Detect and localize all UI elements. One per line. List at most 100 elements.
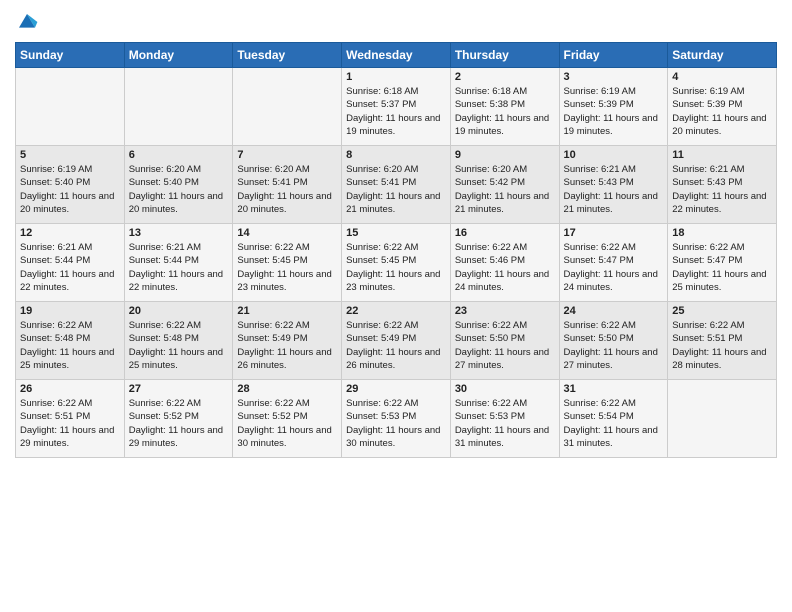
calendar-cell: 7Sunrise: 6:20 AMSunset: 5:41 PMDaylight… [233,146,342,224]
day-info: Sunrise: 6:22 AMSunset: 5:52 PMDaylight:… [237,397,337,450]
day-number: 14 [237,227,337,239]
day-number: 28 [237,383,337,395]
sunrise: Sunrise: 6:22 AM [20,320,92,331]
sunrise: Sunrise: 6:22 AM [129,398,201,409]
sunset: Sunset: 5:42 PM [455,177,525,188]
calendar-cell: 5Sunrise: 6:19 AMSunset: 5:40 PMDaylight… [16,146,125,224]
calendar-cell: 4 Sunrise: 6:19 AMSunset: 5:39 PMDaylight… [668,68,777,146]
daylight: Daylight: 11 hours and 20 minutes. [129,191,223,215]
day-info: Sunrise: 6:22 AMSunset: 5:53 PMDaylight:… [346,397,446,450]
daylight: Daylight: 11 hours and 21 minutes. [455,191,549,215]
day-number: 18 [672,227,772,239]
weekday-header-monday: Monday [124,43,233,68]
daylight: Daylight: 11 hours and 30 minutes. [346,425,440,449]
calendar-cell: 12Sunrise: 6:21 AMSunset: 5:44 PMDayligh… [16,224,125,302]
day-number: 12 [20,227,120,239]
day-info: Sunrise: 6:18 AMSunset: 5:37 PMDaylight:… [346,85,446,138]
sunrise: Sunrise: 6:18 AM [455,86,527,97]
calendar-week-1: 1 Sunrise: 6:18 AMSunset: 5:37 PMDaylight… [16,68,777,146]
calendar-cell: 25Sunrise: 6:22 AMSunset: 5:51 PMDayligh… [668,302,777,380]
sunrise: Sunrise: 6:19 AM [672,86,744,97]
calendar-cell: 17 Sunrise: 6:22 AM Sunset: 5:47 PM Dayligh… [559,224,668,302]
daylight: Daylight: 11 hours and 23 minutes. [237,269,331,293]
day-number: 16 [455,227,555,239]
day-info: Sunrise: 6:22 AMSunset: 5:51 PMDaylight:… [672,319,772,372]
sunset: Sunset: 5:43 PM [564,177,634,188]
sunrise: Sunrise: 6:22 AM [20,398,92,409]
calendar-week-5: 26Sunrise: 6:22 AMSunset: 5:51 PMDayligh… [16,380,777,458]
day-info: Sunrise: 6:22 AM Sunset: 5:45 PM Daylight:… [237,241,337,294]
sunset: Sunset: 5:46 PM [455,255,525,266]
weekday-header-row: SundayMondayTuesdayWednesdayThursdayFrid… [16,43,777,68]
day-info: Sunrise: 6:21 AMSunset: 5:43 PMDaylight:… [672,163,772,216]
calendar-week-2: 5Sunrise: 6:19 AMSunset: 5:40 PMDaylight… [16,146,777,224]
day-info: Sunrise: 6:22 AMSunset: 5:45 PMDaylight:… [346,241,446,294]
day-number: 23 [455,305,555,317]
sunset: Sunset: 5:44 PM [20,255,90,266]
sunrise: Sunrise: 6:22 AM [237,398,309,409]
weekday-header-sunday: Sunday [16,43,125,68]
daylight: Daylight: 11 hours and 26 minutes. [237,347,331,371]
calendar-cell: 11 Sunrise: 6:21 AMSunset: 5:43 PMDayligh… [668,146,777,224]
calendar-cell [16,68,125,146]
daylight: Daylight: 11 hours and 20 minutes. [672,113,766,137]
calendar-cell [668,380,777,458]
day-info: Sunrise: 6:21 AMSunset: 5:43 PMDaylight:… [564,163,664,216]
sunset: Sunset: 5:40 PM [129,177,199,188]
day-info: Sunrise: 6:19 AMSunset: 5:40 PMDaylight:… [20,163,120,216]
sunset: Sunset: 5:53 PM [455,411,525,422]
day-info: Sunrise: 6:20 AMSunset: 5:41 PMDaylight:… [237,163,337,216]
calendar-cell: 1 Sunrise: 6:18 AMSunset: 5:37 PMDaylight… [342,68,451,146]
sunrise: Sunrise: 6:21 AM [129,242,201,253]
sunset: Sunset: 5:41 PM [346,177,416,188]
day-number: 22 [346,305,446,317]
calendar-cell: 8Sunrise: 6:20 AMSunset: 5:41 PMDaylight… [342,146,451,224]
calendar-cell: 27Sunrise: 6:22 AMSunset: 5:52 PMDayligh… [124,380,233,458]
daylight: Daylight: 11 hours and 19 minutes. [564,113,658,137]
calendar-cell [124,68,233,146]
sunrise: Sunrise: 6:22 AM [672,320,744,331]
calendar-cell: 23Sunrise: 6:22 AMSunset: 5:50 PMDayligh… [450,302,559,380]
calendar-table: SundayMondayTuesdayWednesdayThursdayFrid… [15,42,777,458]
daylight: Daylight: 11 hours and 20 minutes. [237,191,331,215]
day-number: 1 [346,71,446,83]
daylight: Daylight: 11 hours and 24 minutes. [564,269,658,293]
sunrise: Sunrise: 6:21 AM [564,164,636,175]
day-number: 17 [564,227,664,239]
sunrise: Sunrise: 6:22 AM [346,320,418,331]
sunset: Sunset: 5:44 PM [129,255,199,266]
sunrise: Sunrise: 6:18 AM [346,86,418,97]
day-number: 11 [672,149,772,161]
daylight: Daylight: 11 hours and 25 minutes. [20,347,114,371]
sunset: Sunset: 5:47 PM [564,255,634,266]
day-info: Sunrise: 6:18 AMSunset: 5:38 PMDaylight:… [455,85,555,138]
sunset: Sunset: 5:49 PM [346,333,416,344]
sunrise: Sunrise: 6:20 AM [129,164,201,175]
sunset: Sunset: 5:45 PM [346,255,416,266]
weekday-header-friday: Friday [559,43,668,68]
day-number: 27 [129,383,229,395]
day-info: Sunrise: 6:19 AMSunset: 5:39 PMDaylight:… [672,85,772,138]
daylight: Daylight: 11 hours and 20 minutes. [20,191,114,215]
day-info: Sunrise: 6:20 AM Sunset: 5:40 PM Daylight:… [129,163,229,216]
sunset: Sunset: 5:50 PM [564,333,634,344]
sunset: Sunset: 5:48 PM [20,333,90,344]
sunrise: Sunrise: 6:20 AM [237,164,309,175]
day-info: Sunrise: 6:19 AMSunset: 5:39 PMDaylight:… [564,85,664,138]
sunrise: Sunrise: 6:22 AM [564,242,636,253]
daylight: Daylight: 11 hours and 22 minutes. [129,269,223,293]
sunrise: Sunrise: 6:22 AM [455,242,527,253]
sunset: Sunset: 5:45 PM [237,255,307,266]
day-number: 4 [672,71,772,83]
calendar-cell: 19Sunrise: 6:22 AMSunset: 5:48 PMDayligh… [16,302,125,380]
logo [15,10,43,34]
calendar-cell: 22Sunrise: 6:22 AMSunset: 5:49 PMDayligh… [342,302,451,380]
calendar-cell: 3Sunrise: 6:19 AMSunset: 5:39 PMDaylight… [559,68,668,146]
sunrise: Sunrise: 6:22 AM [237,242,309,253]
sunrise: Sunrise: 6:20 AM [455,164,527,175]
daylight: Daylight: 11 hours and 31 minutes. [455,425,549,449]
day-info: Sunrise: 6:22 AMSunset: 5:53 PMDaylight:… [455,397,555,450]
sunset: Sunset: 5:48 PM [129,333,199,344]
calendar-week-3: 12 Sunrise: 6:21 AM Sunset: 5:44 PM Dayligh… [16,224,777,302]
day-info: Sunrise: 6:22 AM Sunset: 5:47 PM Daylight:… [564,241,664,294]
